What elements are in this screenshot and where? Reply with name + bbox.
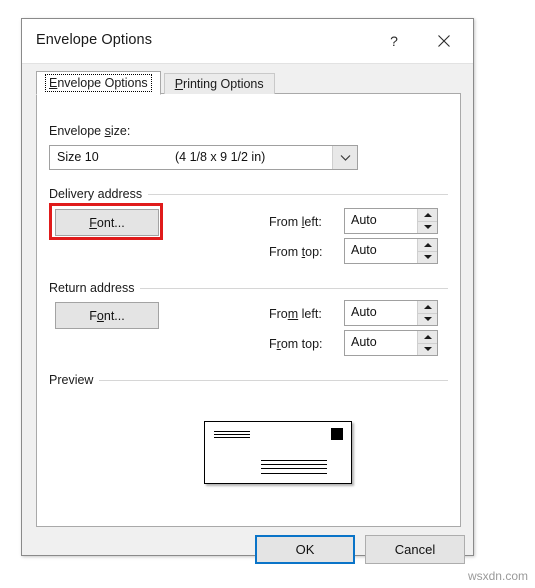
ok-button-label: OK bbox=[295, 542, 315, 557]
delivery-address-line bbox=[261, 460, 327, 461]
dialog-titlebar: Envelope Options ? bbox=[22, 19, 473, 64]
spinner-buttons[interactable] bbox=[417, 301, 437, 325]
tab-envelope-options-label: nvelope Options bbox=[57, 76, 148, 90]
spinner-down-icon[interactable] bbox=[418, 221, 437, 233]
close-x-icon[interactable] bbox=[423, 19, 465, 62]
delivery-from-top-spinner[interactable]: Auto bbox=[344, 238, 438, 264]
tab-printing-options[interactable]: Printing Options bbox=[163, 73, 275, 94]
delivery-address-group-header: Delivery address bbox=[49, 187, 448, 201]
return-address-font-button[interactable]: Font... bbox=[55, 302, 159, 329]
preview-group-header: Preview bbox=[49, 373, 448, 387]
envelope-preview bbox=[204, 421, 352, 484]
tab-envelope-options[interactable]: Envelope Options bbox=[36, 71, 161, 95]
spinner-up-icon[interactable] bbox=[418, 301, 437, 314]
spinner-buttons[interactable] bbox=[417, 239, 437, 263]
spinner-up-icon[interactable] bbox=[418, 239, 437, 252]
delivery-from-top-value: Auto bbox=[351, 243, 377, 257]
return-address-group-header: Return address bbox=[49, 281, 448, 295]
return-address-group-label: Return address bbox=[49, 281, 135, 295]
preview-group-label: Preview bbox=[49, 373, 94, 387]
envelope-size-combobox[interactable]: Size 10 (4 1/8 x 9 1/2 in) bbox=[49, 145, 358, 170]
spinner-up-icon[interactable] bbox=[418, 331, 437, 344]
return-address-line bbox=[214, 437, 250, 438]
return-from-top-label: From top: bbox=[269, 337, 323, 351]
return-from-left-spinner[interactable]: Auto bbox=[344, 300, 438, 326]
group-divider bbox=[140, 287, 448, 289]
return-address-line bbox=[214, 434, 250, 435]
delivery-address-line bbox=[261, 464, 327, 465]
spinner-down-icon[interactable] bbox=[418, 343, 437, 355]
group-divider bbox=[148, 193, 448, 195]
cancel-button-label: Cancel bbox=[394, 542, 436, 557]
delivery-address-line bbox=[261, 473, 327, 474]
delivery-address-line bbox=[261, 468, 327, 469]
spinner-buttons[interactable] bbox=[417, 209, 437, 233]
tab-printing-options-accel: P bbox=[174, 77, 184, 91]
spinner-down-icon[interactable] bbox=[418, 313, 437, 325]
spinner-up-icon[interactable] bbox=[418, 209, 437, 222]
return-from-left-label: From left: bbox=[269, 307, 322, 321]
return-from-top-value: Auto bbox=[351, 335, 377, 349]
envelope-size-dimensions: (4 1/8 x 9 1/2 in) bbox=[175, 150, 266, 164]
tab-printing-options-label: rinting Options bbox=[183, 77, 264, 91]
stamp-square-icon bbox=[331, 428, 343, 440]
dialog-content-panel: Envelope size: Size 10 (4 1/8 x 9 1/2 in… bbox=[36, 93, 461, 527]
tab-strip: Envelope Options Printing Options bbox=[36, 71, 275, 95]
ok-button[interactable]: OK bbox=[255, 535, 355, 564]
spinner-down-icon[interactable] bbox=[418, 251, 437, 263]
group-divider bbox=[99, 379, 448, 381]
delivery-from-left-spinner[interactable]: Auto bbox=[344, 208, 438, 234]
envelope-options-dialog: Envelope Options ? Envelope Options Prin… bbox=[21, 18, 474, 564]
chevron-down-icon[interactable] bbox=[332, 146, 357, 169]
delivery-from-left-value: Auto bbox=[351, 213, 377, 227]
return-address-line bbox=[214, 431, 250, 432]
return-from-left-value: Auto bbox=[351, 305, 377, 319]
spinner-buttons[interactable] bbox=[417, 331, 437, 355]
watermark: wsxdn.com bbox=[467, 569, 528, 583]
dialog-title: Envelope Options bbox=[36, 32, 153, 48]
help-icon[interactable]: ? bbox=[373, 19, 415, 62]
return-from-top-spinner[interactable]: Auto bbox=[344, 330, 438, 356]
delivery-address-group-label: Delivery address bbox=[49, 187, 143, 201]
delivery-from-top-label: From top: bbox=[269, 245, 323, 259]
envelope-size-value: Size 10 bbox=[57, 150, 99, 164]
highlight-annotation-box bbox=[49, 203, 163, 240]
envelope-size-label: Envelope size: bbox=[49, 124, 131, 138]
delivery-from-left-label: From left: bbox=[269, 215, 322, 229]
cancel-button[interactable]: Cancel bbox=[365, 535, 465, 564]
